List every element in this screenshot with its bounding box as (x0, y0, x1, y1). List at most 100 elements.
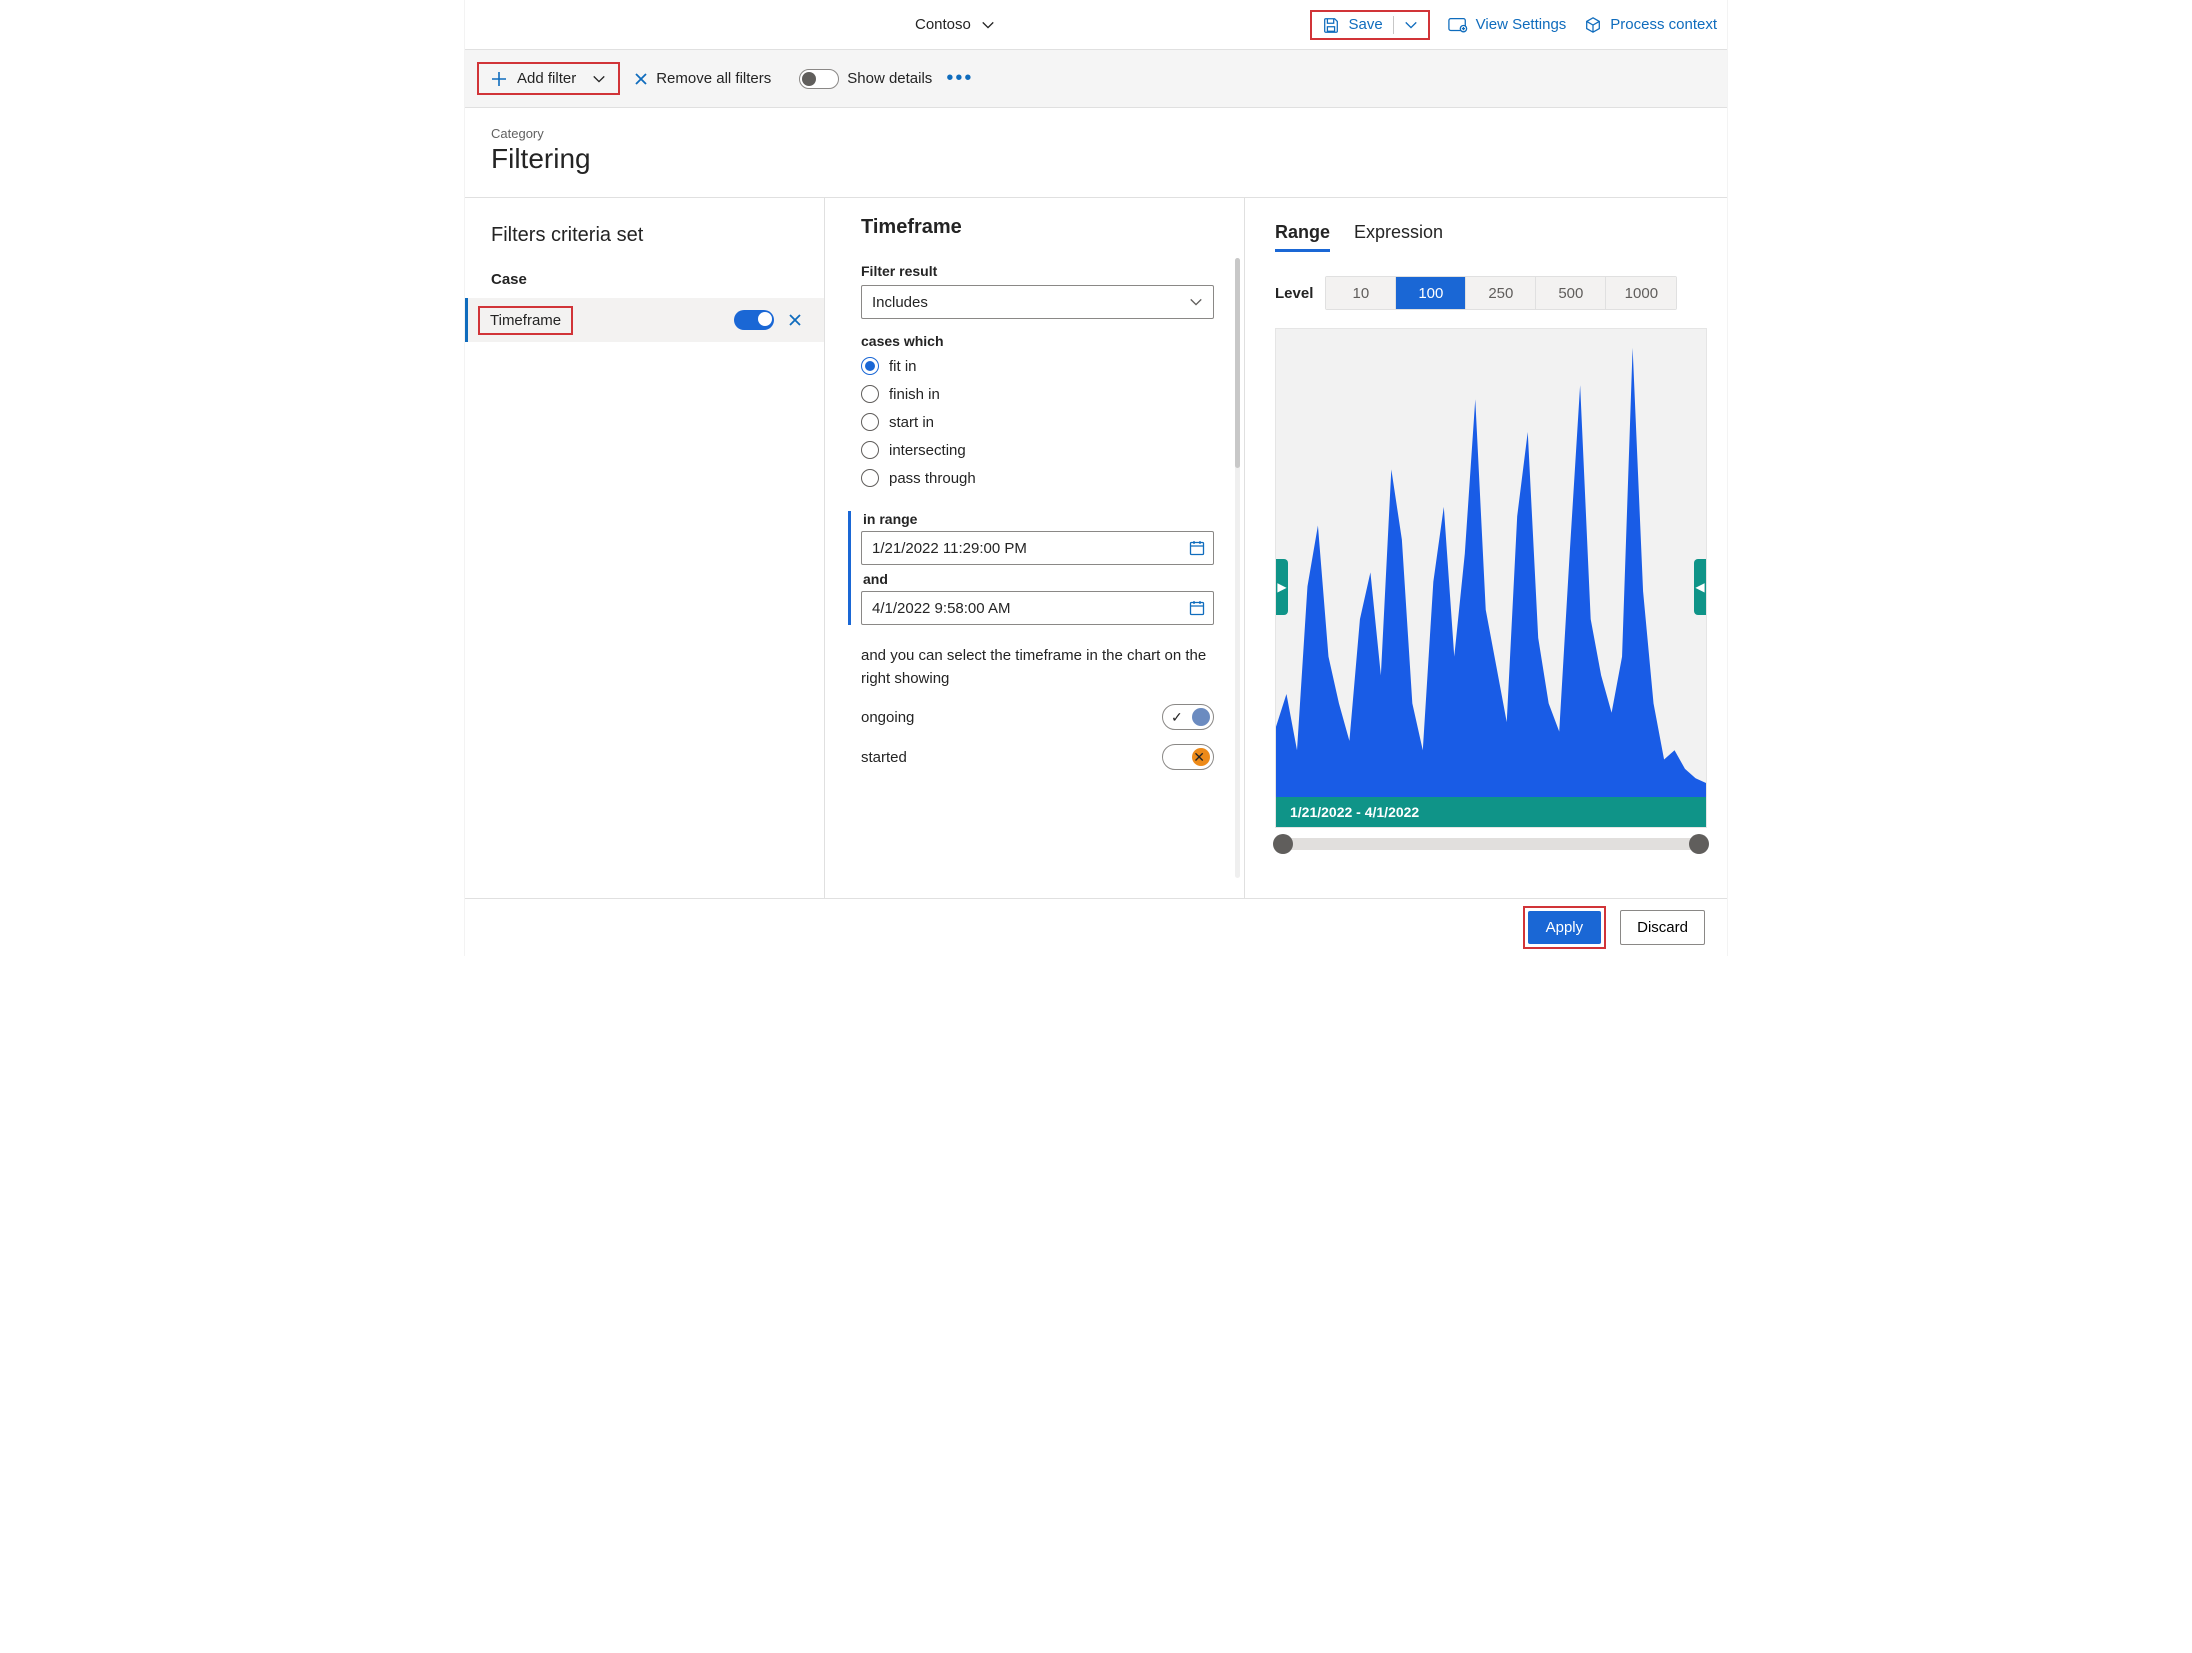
level-1000[interactable]: 1000 (1606, 277, 1676, 309)
radio-label: pass through (889, 470, 976, 487)
header-actions: Save View Settings Process context (1310, 10, 1717, 40)
date-to-value: 4/1/2022 9:58:00 AM (872, 600, 1010, 617)
overflow-menu[interactable]: ••• (946, 67, 973, 90)
filter-item-label: Timeframe (478, 306, 573, 335)
chevron-down-icon (981, 18, 995, 32)
calendar-icon[interactable] (1189, 540, 1205, 556)
process-context-label: Process context (1610, 16, 1717, 33)
timeframe-chart[interactable]: ▶ ◀ 1/21/2022 - 4/1/2022 (1275, 328, 1707, 828)
level-segmented: 10 100 250 500 1000 (1325, 276, 1677, 310)
chevron-down-icon (1189, 295, 1203, 309)
process-context-button[interactable]: Process context (1584, 16, 1717, 34)
radio-fit-in[interactable]: fit in (861, 357, 1214, 375)
scrollbar-thumb[interactable] (1235, 258, 1240, 468)
command-bar: Add filter Remove all filters Show detai… (465, 50, 1727, 108)
ongoing-toggle-row: ongoing ✓ (861, 704, 1214, 730)
cube-icon (1584, 16, 1602, 34)
close-icon: ✕ (1193, 749, 1205, 766)
show-details-toggle[interactable]: Show details (799, 69, 932, 89)
remove-all-filters-button[interactable]: Remove all filters (634, 70, 771, 87)
right-tabs: Range Expression (1275, 222, 1707, 252)
page-title: Filtering (491, 143, 1701, 175)
date-to-input[interactable]: 4/1/2022 9:58:00 AM (861, 591, 1214, 625)
date-from-input[interactable]: 1/21/2022 11:29:00 PM (861, 531, 1214, 565)
started-toggle-row: started ✕ (861, 744, 1214, 770)
tenant-picker[interactable]: Contoso (915, 16, 995, 33)
plus-icon (491, 71, 507, 87)
close-icon (788, 313, 802, 327)
level-100[interactable]: 100 (1396, 277, 1466, 309)
footer-actions: Apply Discard (465, 898, 1727, 956)
chart-range-label: 1/21/2022 - 4/1/2022 (1276, 797, 1706, 827)
slider-handle-right[interactable] (1689, 834, 1709, 854)
radio-label: finish in (889, 386, 940, 403)
category-label: Category (491, 126, 1701, 141)
config-title: Timeframe (861, 216, 1214, 239)
category-header: Category Filtering (465, 108, 1727, 198)
range-handle-right[interactable]: ◀ (1694, 559, 1706, 615)
add-filter-label: Add filter (517, 70, 576, 87)
level-10[interactable]: 10 (1326, 277, 1396, 309)
range-handle-left[interactable]: ▶ (1276, 559, 1288, 615)
started-label: started (861, 749, 907, 766)
save-icon (1322, 16, 1340, 34)
tab-expression[interactable]: Expression (1354, 222, 1443, 252)
close-icon (634, 72, 648, 86)
radio-start-in[interactable]: start in (861, 413, 1214, 431)
radio-intersecting[interactable]: intersecting (861, 441, 1214, 459)
filters-criteria-panel: Filters criteria set Case Timeframe (465, 198, 825, 898)
radio-pass-through[interactable]: pass through (861, 469, 1214, 487)
ongoing-toggle[interactable]: ✓ (1162, 704, 1214, 730)
date-from-value: 1/21/2022 11:29:00 PM (872, 540, 1027, 557)
filter-config-panel: Timeframe Filter result Includes cases w… (825, 198, 1245, 898)
scrollbar[interactable] (1235, 258, 1240, 878)
level-label: Level (1275, 285, 1313, 302)
level-row: Level 10 100 250 500 1000 (1275, 276, 1707, 310)
in-range-label: in range (863, 511, 1214, 527)
filter-item-timeframe[interactable]: Timeframe (465, 298, 824, 342)
apply-highlight: Apply (1523, 906, 1607, 949)
range-block: in range 1/21/2022 11:29:00 PM and 4/1/2… (848, 511, 1214, 625)
add-filter-button[interactable]: Add filter (477, 62, 620, 95)
filter-result-select[interactable]: Includes (861, 285, 1214, 319)
filter-result-value: Includes (872, 294, 928, 311)
filters-criteria-title: Filters criteria set (465, 216, 824, 267)
filter-result-label: Filter result (861, 263, 1214, 279)
check-icon: ✓ (1171, 709, 1183, 726)
radio-label: start in (889, 414, 934, 431)
radio-label: fit in (889, 358, 917, 375)
remove-all-label: Remove all filters (656, 70, 771, 87)
discard-button[interactable]: Discard (1620, 910, 1705, 945)
level-250[interactable]: 250 (1466, 277, 1536, 309)
chevron-down-icon[interactable] (1404, 18, 1418, 32)
level-500[interactable]: 500 (1536, 277, 1606, 309)
filter-section-case: Case (465, 267, 824, 298)
view-settings-icon (1448, 16, 1468, 34)
tenant-name: Contoso (915, 16, 971, 33)
calendar-icon[interactable] (1189, 600, 1205, 616)
apply-button[interactable]: Apply (1528, 911, 1602, 944)
divider (1393, 16, 1394, 34)
and-label: and (863, 571, 1214, 587)
radio-finish-in[interactable]: finish in (861, 385, 1214, 403)
filter-remove-button[interactable] (788, 313, 802, 327)
show-details-label: Show details (847, 70, 932, 87)
view-settings-button[interactable]: View Settings (1448, 16, 1567, 34)
switch-off[interactable] (799, 69, 839, 89)
cases-which-radios: fit in finish in start in intersecting p… (861, 357, 1214, 487)
range-slider[interactable] (1275, 838, 1707, 850)
chevron-down-icon (592, 72, 606, 86)
cases-which-label: cases which (861, 333, 1214, 349)
save-label: Save (1348, 16, 1382, 33)
save-button[interactable]: Save (1310, 10, 1429, 40)
ongoing-label: ongoing (861, 709, 914, 726)
view-settings-label: View Settings (1476, 16, 1567, 33)
slider-handle-left[interactable] (1273, 834, 1293, 854)
tab-range[interactable]: Range (1275, 222, 1330, 252)
area-chart (1276, 329, 1706, 797)
helper-text: and you can select the timeframe in the … (861, 645, 1214, 690)
started-toggle[interactable]: ✕ (1162, 744, 1214, 770)
filter-enable-toggle[interactable] (734, 310, 774, 330)
radio-label: intersecting (889, 442, 966, 459)
chart-panel: Range Expression Level 10 100 250 500 10… (1245, 198, 1727, 898)
